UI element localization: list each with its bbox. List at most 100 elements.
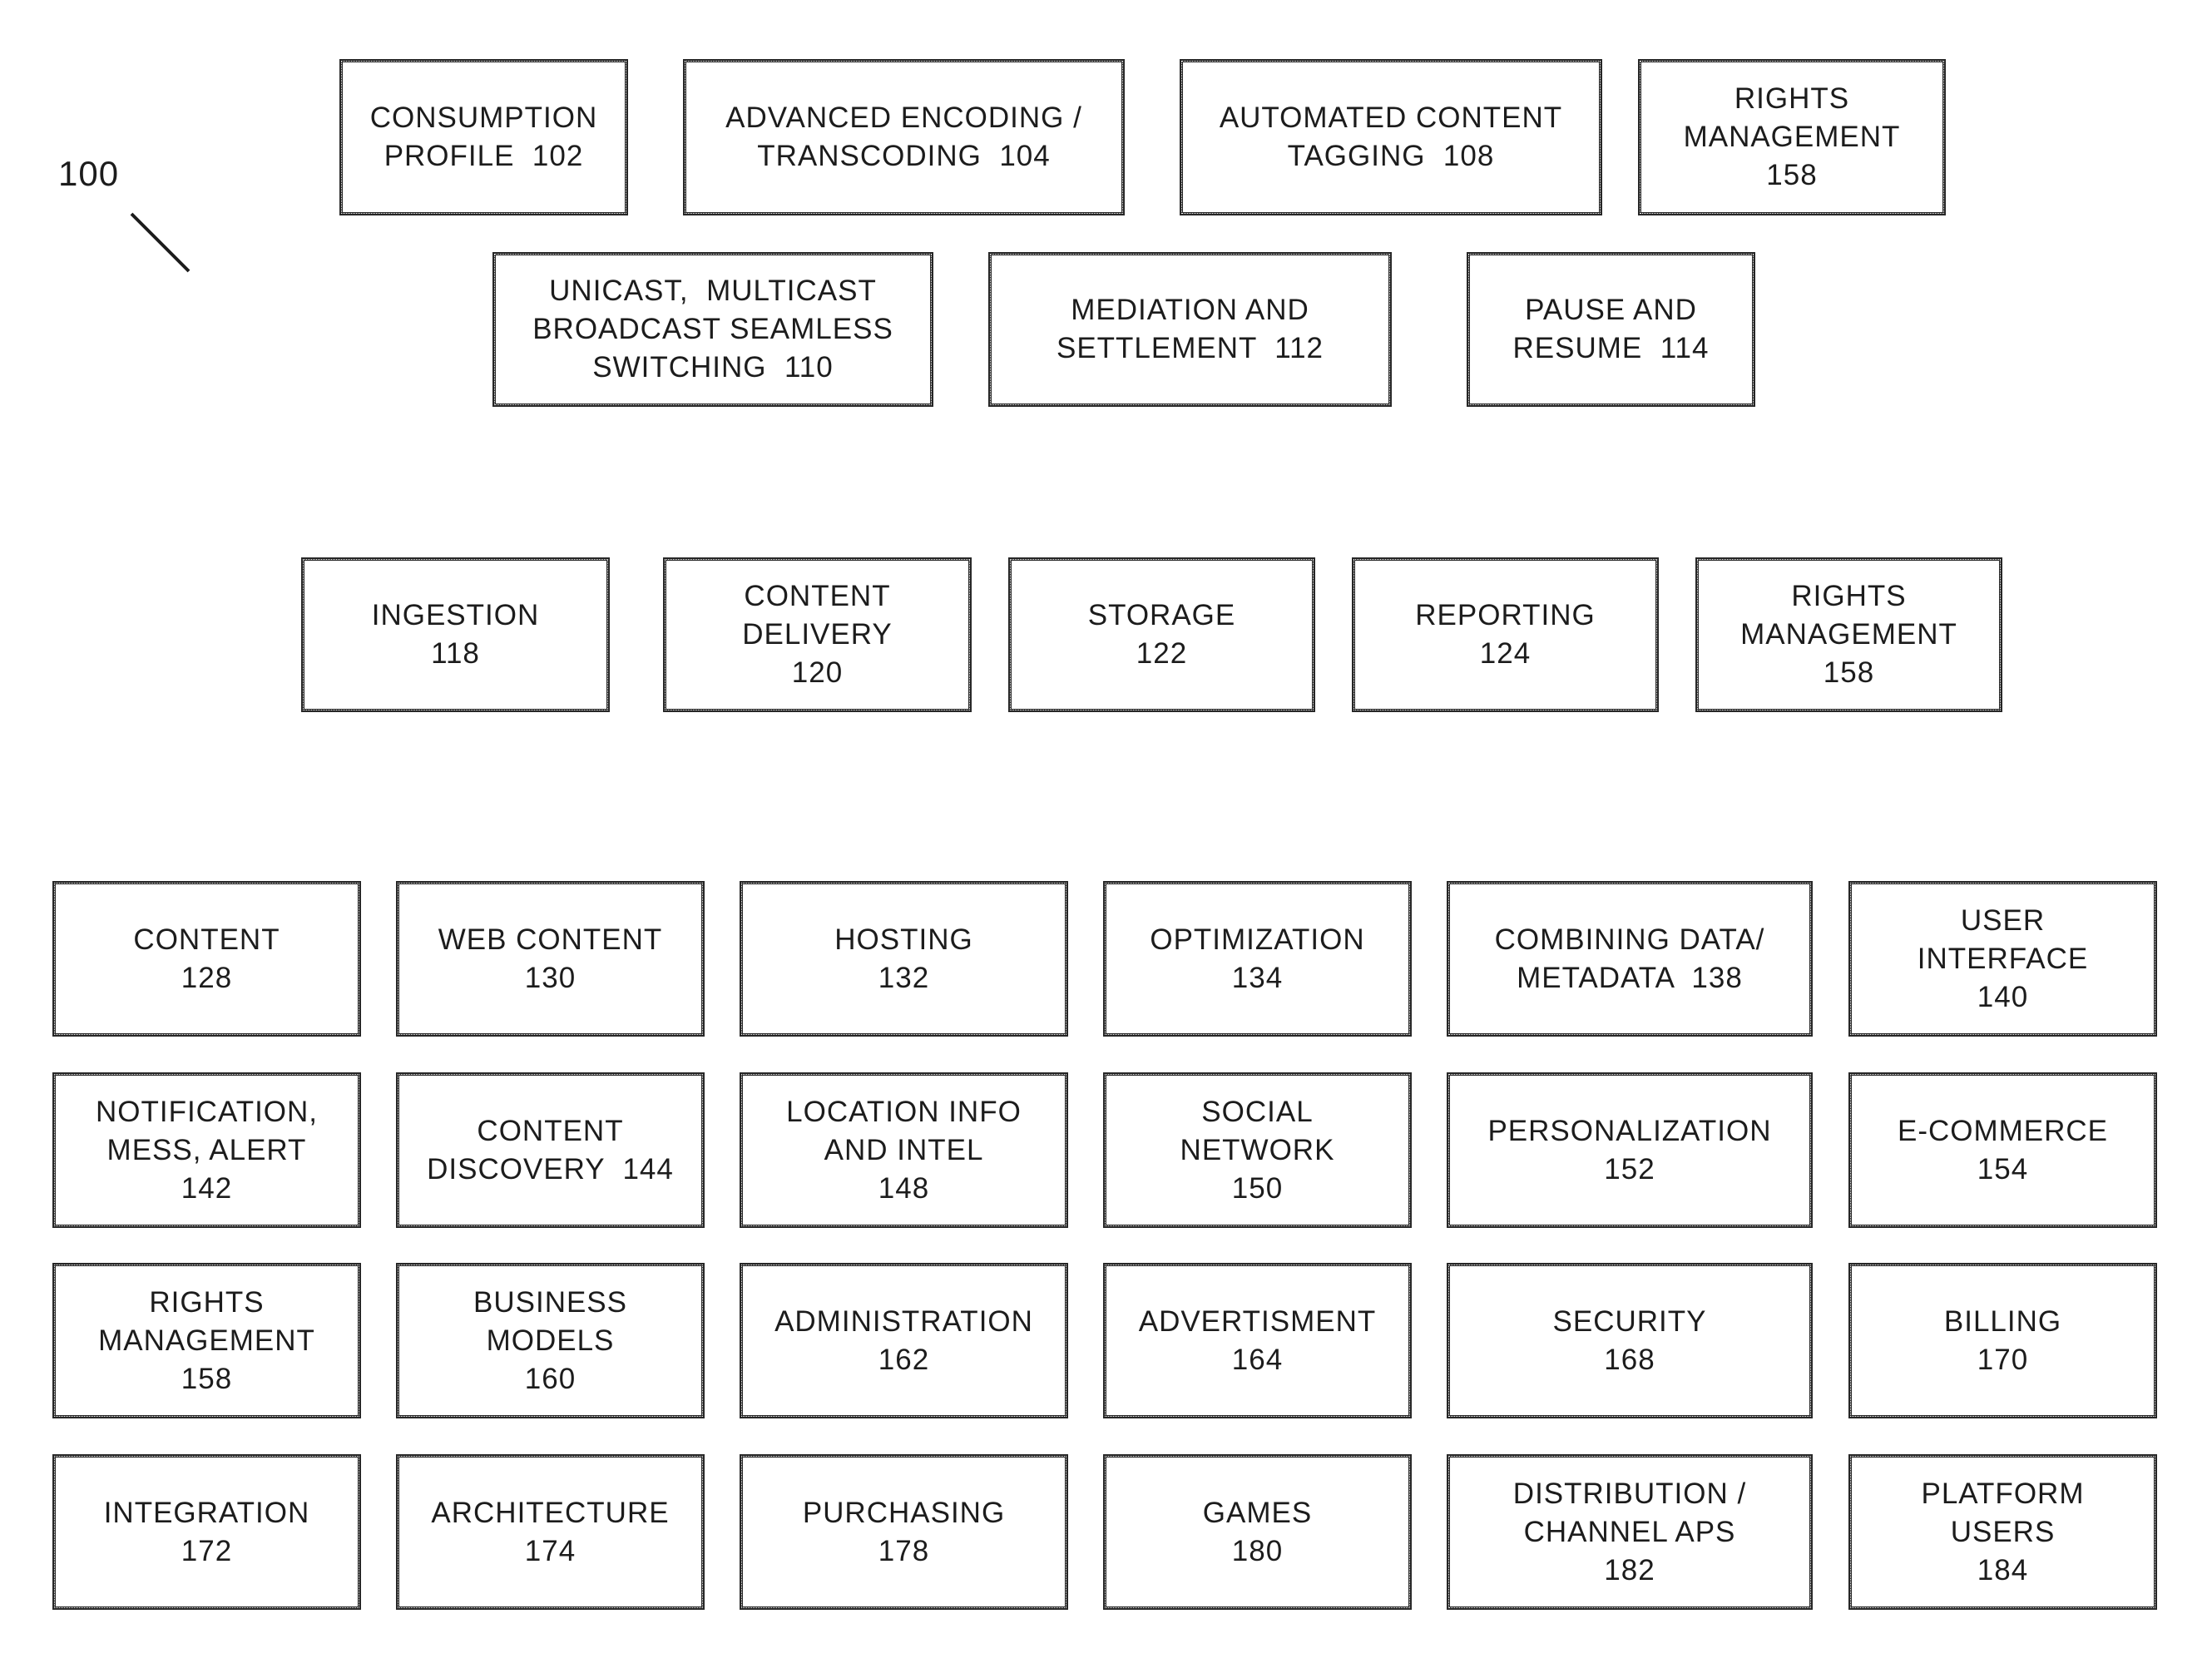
block-label-line: MODELS [486, 1324, 615, 1357]
block-reporting: REPORTING 124 [1352, 557, 1659, 712]
block-label-line: MANAGEMENT [98, 1324, 315, 1357]
block-label-line: RIGHTS [1791, 580, 1907, 612]
block-platform-users: PLATFORM USERS 184 [1848, 1454, 2157, 1610]
block-label-line: SOCIAL [1201, 1095, 1314, 1128]
block-optimization: OPTIMIZATION 134 [1103, 881, 1412, 1037]
block-distribution-channel-aps: DISTRIBUTION / CHANNEL APS 182 [1447, 1454, 1813, 1610]
block-rights-management-grid: RIGHTS MANAGEMENT 158 [52, 1263, 361, 1418]
block-e-commerce: E-COMMERCE 154 [1848, 1072, 2157, 1228]
block-integration: INTEGRATION 172 [52, 1454, 361, 1610]
block-label-line: REPORTING [1415, 599, 1596, 631]
block-label-line: 172 [181, 1534, 233, 1567]
block-label-line: 152 [1604, 1152, 1655, 1185]
block-label-line: SWITCHING 110 [592, 351, 834, 384]
block-content-delivery: CONTENT DELIVERY 120 [663, 557, 972, 712]
block-label-line: RIGHTS [1734, 82, 1850, 115]
block-consumption-profile: CONSUMPTION PROFILE 102 [339, 59, 628, 215]
block-label-line: 122 [1136, 637, 1188, 670]
block-label-line: 158 [1766, 159, 1818, 191]
block-label-line: 150 [1231, 1171, 1284, 1205]
block-label-line: INTERFACE [1917, 942, 2089, 975]
block-label-line: 162 [878, 1343, 930, 1376]
block-content: CONTENT 128 [52, 881, 361, 1037]
block-label-line: 142 [181, 1171, 233, 1205]
block-label-line: CHANNEL APS [1523, 1515, 1736, 1548]
block-label-line: WEB CONTENT [438, 923, 663, 956]
block-label-line: PROFILE 102 [384, 140, 584, 172]
block-label-line: METADATA 138 [1517, 961, 1743, 994]
leader-line [130, 212, 191, 273]
block-label-line: 134 [1231, 961, 1284, 994]
block-label-line: 130 [524, 961, 577, 994]
block-label-line: UNICAST, MULTICAST [549, 275, 877, 307]
block-location-info: LOCATION INFO AND INTEL 148 [740, 1072, 1068, 1228]
block-label-line: 164 [1231, 1343, 1284, 1376]
block-label-line: PLATFORM [1921, 1477, 2085, 1510]
block-label-line: MANAGEMENT [1740, 618, 1957, 651]
block-label-line: NETWORK [1180, 1133, 1335, 1166]
block-label-line: TRANSCODING 104 [757, 140, 1051, 172]
block-label-line: TAGGING 108 [1287, 140, 1495, 172]
block-social-network: SOCIAL NETWORK 150 [1103, 1072, 1412, 1228]
block-label-line: 178 [878, 1534, 930, 1567]
block-seamless-switching: UNICAST, MULTICAST BROADCAST SEAMLESS SWIT… [492, 252, 933, 407]
block-label-line: 154 [1977, 1152, 2029, 1185]
block-architecture: ARCHITECTURE 174 [396, 1454, 705, 1610]
block-web-content: WEB CONTENT 130 [396, 881, 705, 1037]
block-label-line: AND INTEL [824, 1133, 984, 1166]
block-label-line: RESUME 114 [1512, 332, 1710, 364]
block-label-line: MANAGEMENT [1683, 121, 1901, 153]
block-ingestion: INGESTION 118 [301, 557, 610, 712]
block-combining-data-metadata: COMBINING DATA/METADATA 138 [1447, 881, 1813, 1037]
block-administration: ADMINISTRATION 162 [740, 1263, 1068, 1418]
block-content-discovery: CONTENT DISCOVERY 144 [396, 1072, 705, 1228]
block-label-line: ADVANCED ENCODING / [725, 101, 1082, 134]
block-label-line: DELIVERY [742, 618, 893, 651]
block-label-line: INTEGRATION [103, 1496, 310, 1529]
block-label-line: SECURITY [1552, 1304, 1707, 1338]
block-business-models: BUSINESS MODELS 160 [396, 1263, 705, 1418]
block-label-line: 174 [524, 1534, 577, 1567]
block-pause-resume: PAUSE AND RESUME 114 [1467, 252, 1755, 407]
block-label-line: PERSONALIZATION [1487, 1114, 1772, 1147]
block-label-line: NOTIFICATION, [95, 1095, 319, 1128]
block-label-line: 168 [1604, 1343, 1655, 1376]
block-user-interface: USER INTERFACE 140 [1848, 881, 2157, 1037]
block-storage: STORAGE 122 [1008, 557, 1315, 712]
block-mediation-settlement: MEDIATION AND SETTLEMENT 112 [988, 252, 1392, 407]
block-label-line: 140 [1977, 980, 2029, 1013]
block-label-line: CONTENT [744, 580, 891, 612]
block-label-line: DISCOVERY 144 [427, 1152, 674, 1185]
block-label-line: CONTENT [133, 923, 280, 956]
block-label-line: 158 [181, 1362, 233, 1395]
block-label-line: DISTRIBUTION / [1512, 1477, 1747, 1510]
block-label-line: ADMINISTRATION [774, 1304, 1033, 1338]
block-advertisment: ADVERTISMENT 164 [1103, 1263, 1412, 1418]
block-label-line: E-COMMERCE [1897, 1114, 2109, 1147]
block-label-line: 118 [431, 637, 480, 670]
block-label-line: INGESTION [371, 599, 540, 631]
block-label-line: ARCHITECTURE [431, 1496, 670, 1529]
block-label-line: MESS, ALERT [106, 1133, 307, 1166]
block-games: GAMES 180 [1103, 1454, 1412, 1610]
leader-line-stroke [130, 212, 191, 273]
block-rights-management-middle: RIGHTS MANAGEMENT 158 [1695, 557, 2002, 712]
block-label-line: 132 [878, 961, 930, 994]
block-label-line: CONTENT [477, 1114, 624, 1147]
block-label-line: MEDIATION AND [1071, 294, 1309, 326]
block-billing: BILLING 170 [1848, 1263, 2157, 1418]
block-automated-content-tagging: AUTOMATED CONTENT TAGGING 108 [1180, 59, 1602, 215]
block-label-line: OPTIMIZATION [1150, 923, 1365, 956]
block-notification-alert: NOTIFICATION, MESS, ALERT 142 [52, 1072, 361, 1228]
block-advanced-encoding: ADVANCED ENCODING / TRANSCODING 104 [683, 59, 1125, 215]
block-label-line: CONSUMPTION [369, 101, 598, 134]
block-personalization: PERSONALIZATION 152 [1447, 1072, 1813, 1228]
block-label-line: 180 [1231, 1534, 1284, 1567]
block-label-line: ADVERTISMENT [1138, 1304, 1377, 1338]
block-hosting: HOSTING 132 [740, 881, 1068, 1037]
block-label-line: USERS [1950, 1515, 2056, 1548]
block-label-line: COMBINING DATA/ [1494, 923, 1765, 956]
block-label-line: BILLING [1943, 1304, 2062, 1338]
block-label-line: LOCATION INFO [786, 1095, 1022, 1128]
block-label-line: 128 [181, 961, 233, 994]
